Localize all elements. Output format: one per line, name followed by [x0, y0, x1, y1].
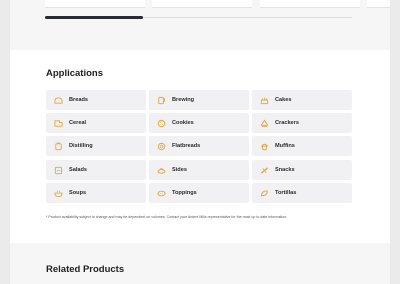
- soup-icon: [54, 189, 63, 198]
- availability-disclaimer: * Product availability subject to change…: [46, 215, 288, 219]
- topping-icon: [157, 189, 166, 198]
- application-label: Tortillas: [275, 190, 297, 196]
- carousel-card[interactable]: [45, 0, 145, 8]
- application-label: Snacks: [275, 167, 295, 173]
- application-label: Flatbreads: [172, 143, 201, 149]
- salad-icon: [54, 166, 63, 175]
- application-tile-breads[interactable]: Breads: [46, 90, 146, 110]
- cookie-icon: [157, 119, 166, 128]
- application-tile-cookies[interactable]: Cookies: [149, 113, 249, 133]
- right-frame: [390, 0, 400, 284]
- application-label: Breads: [69, 97, 88, 103]
- distilling-icon: [54, 141, 63, 151]
- related-products-heading: Related Products: [46, 264, 125, 275]
- carousel-card[interactable]: [260, 0, 360, 8]
- snack-icon: [260, 166, 269, 175]
- application-tile-cereal[interactable]: Cereal: [46, 113, 146, 133]
- cracker-icon: [260, 119, 269, 128]
- application-tile-soups[interactable]: Soups: [46, 183, 146, 203]
- application-label: Toppings: [172, 190, 197, 196]
- carousel-card[interactable]: [367, 0, 390, 8]
- application-label: Sides: [172, 167, 187, 173]
- application-tile-snacks[interactable]: Snacks: [252, 160, 352, 180]
- application-label: Cookies: [172, 120, 194, 126]
- application-tile-tortillas[interactable]: Tortillas: [252, 183, 352, 203]
- product-carousel-section: [10, 0, 390, 50]
- cereal-icon: [54, 119, 63, 128]
- carousel-card[interactable]: [152, 0, 252, 8]
- brewing-icon: [157, 96, 166, 105]
- application-label: Cakes: [275, 97, 292, 103]
- flatbread-icon: [157, 142, 166, 151]
- application-tile-salads[interactable]: Salads: [46, 160, 146, 180]
- application-tile-distilling[interactable]: Distilling: [46, 136, 146, 156]
- application-tile-toppings[interactable]: Toppings: [149, 183, 249, 203]
- application-label: Distilling: [69, 143, 93, 149]
- application-label: Brewing: [172, 97, 195, 103]
- application-tile-flatbreads[interactable]: Flatbreads: [149, 136, 249, 156]
- left-frame: [0, 0, 10, 284]
- application-tile-sides[interactable]: Sides: [149, 160, 249, 180]
- applications-heading: Applications: [46, 68, 104, 79]
- muffin-icon: [260, 142, 269, 151]
- bread-icon: [54, 96, 63, 105]
- tortilla-icon: [260, 189, 269, 198]
- application-label: Muffins: [275, 143, 295, 149]
- application-tile-muffins[interactable]: Muffins: [252, 136, 352, 156]
- application-label: Cereal: [69, 120, 87, 126]
- carousel-scrollbar-thumb[interactable]: [45, 16, 143, 19]
- application-tile-brewing[interactable]: Brewing: [149, 90, 249, 110]
- application-tile-cakes[interactable]: Cakes: [252, 90, 352, 110]
- application-tile-crackers[interactable]: Crackers: [252, 113, 352, 133]
- application-label: Salads: [69, 167, 88, 173]
- application-label: Soups: [69, 190, 87, 196]
- sides-icon: [157, 166, 166, 175]
- application-label: Crackers: [275, 120, 299, 126]
- cake-icon: [260, 96, 269, 105]
